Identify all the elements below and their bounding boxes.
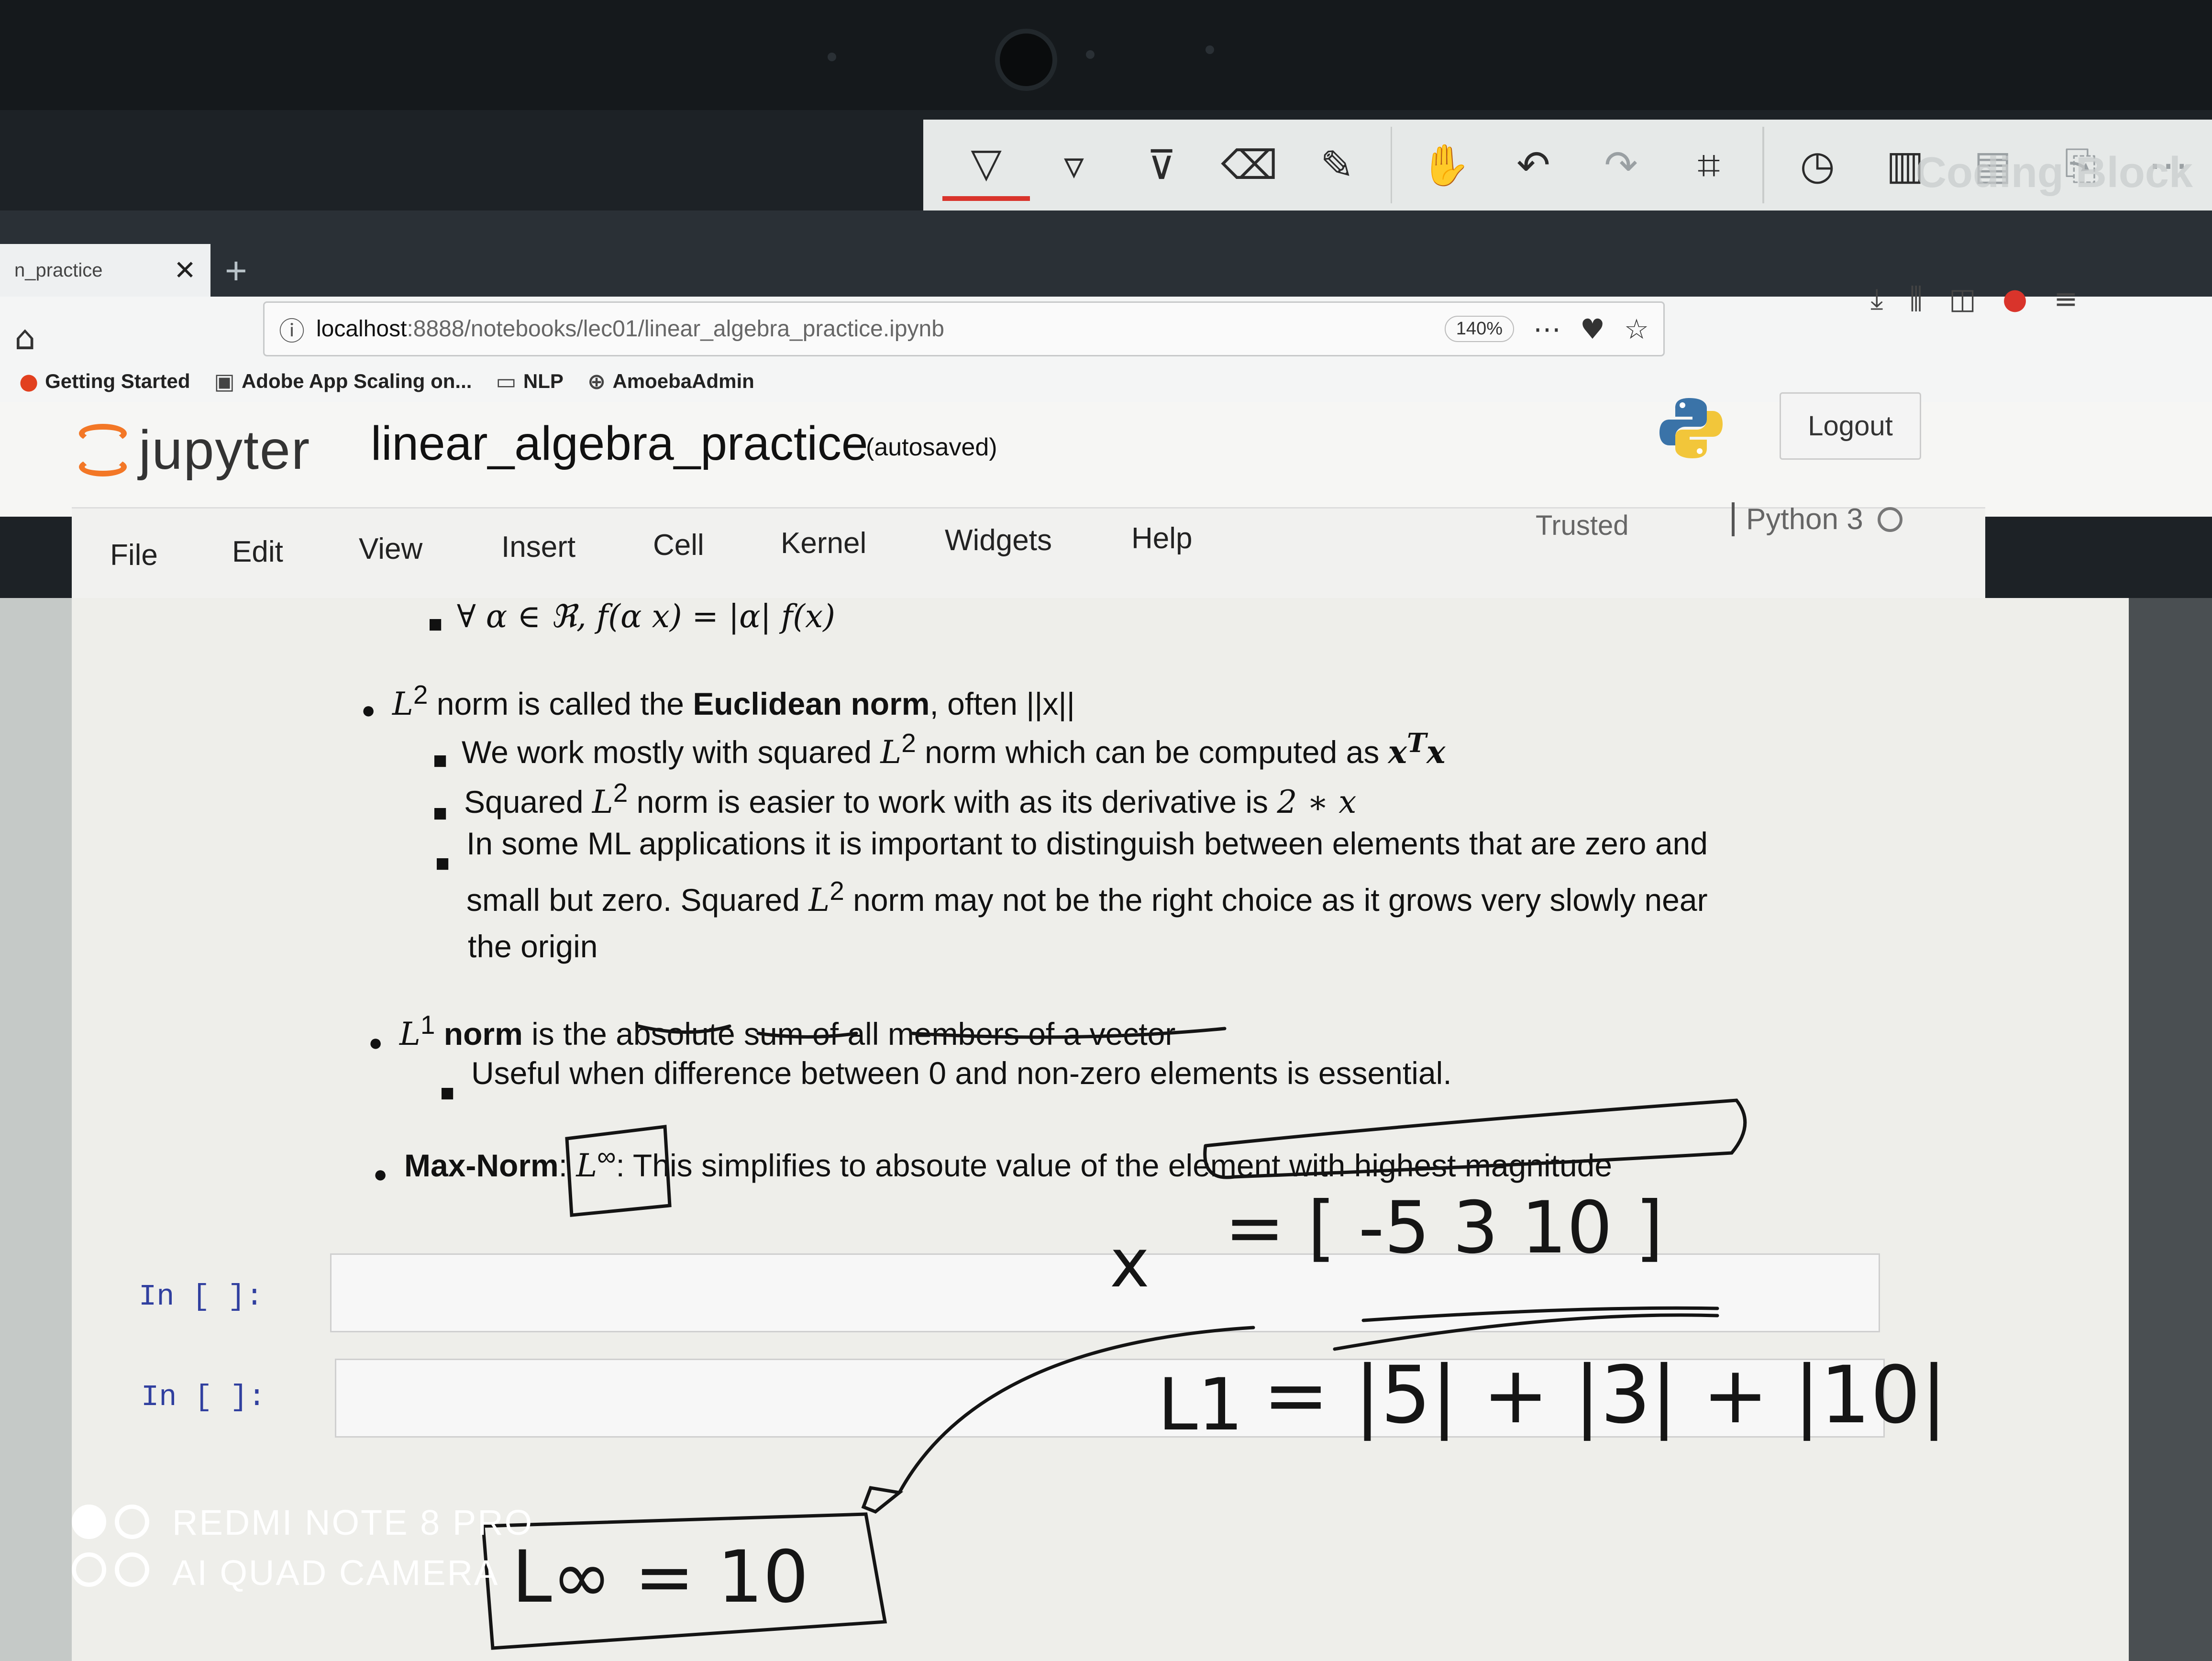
- camera-logo-icon: [72, 1505, 153, 1591]
- hw-x-label: x: [1110, 1225, 1150, 1303]
- underline-stroke: [909, 1027, 1227, 1039]
- hw-l1-sum: = |5| + |3| + |10|: [1263, 1349, 1947, 1441]
- camera-watermark: REDMI NOTE 8 PRO AI QUAD CAMERA: [72, 1497, 533, 1598]
- l-infinity-box: [565, 1125, 672, 1217]
- watermark-line1: REDMI NOTE 8 PRO: [172, 1503, 534, 1542]
- hw-linf-result: L∞ = 10: [512, 1536, 809, 1619]
- underline-stroke: [756, 1031, 858, 1039]
- highlight-loop: [1203, 1098, 1747, 1179]
- hw-l1-label: L1: [1158, 1363, 1244, 1447]
- arrow-head: [861, 1486, 904, 1514]
- hw-vector: = [ -5 3 10 ]: [1225, 1186, 1663, 1270]
- underline-stroke: [637, 1024, 731, 1034]
- watermark-line2: AI QUAD CAMERA: [172, 1553, 499, 1593]
